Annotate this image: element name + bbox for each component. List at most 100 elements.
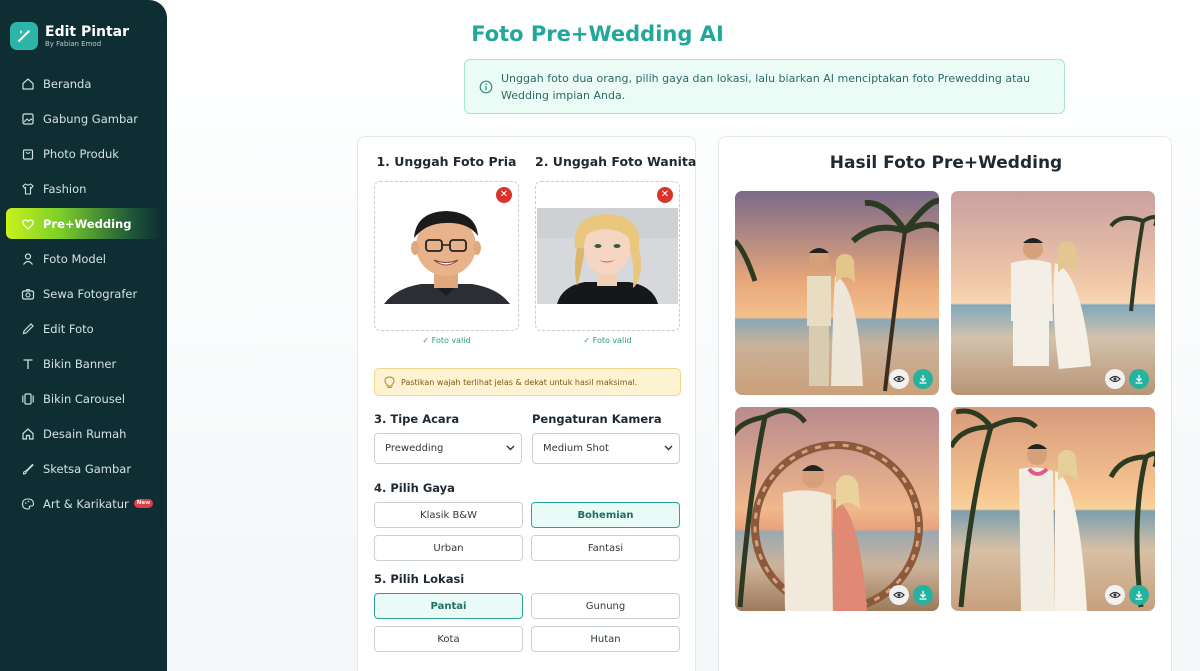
camera-settings-select[interactable]: Medium Shot [532, 433, 680, 464]
sidebar-item-label: Pre+Wedding [43, 216, 132, 231]
sidebar-nav: Beranda Gabung Gambar Photo Produk Fashi… [0, 68, 167, 519]
result-image-3[interactable] [735, 407, 939, 611]
location-label: 5. Pilih Lokasi [374, 572, 465, 586]
style-option-urban[interactable]: Urban [374, 535, 523, 561]
brush-icon [22, 463, 34, 475]
sidebar-item-label: Photo Produk [43, 146, 119, 161]
event-type-select[interactable]: Prewedding [374, 433, 522, 464]
eye-icon [893, 591, 905, 599]
sidebar-item-label: Edit Foto [43, 321, 94, 336]
male-upload-title: 1. Unggah Foto Pria [376, 154, 517, 169]
shirt-icon [22, 182, 34, 195]
user-icon [23, 252, 33, 265]
sidebar-item-label: Art & Karikatur [43, 496, 129, 511]
sidebar-item-fashion[interactable]: Fashion [6, 173, 161, 204]
results-panel: Hasil Foto Pre+Wedding [718, 136, 1172, 671]
female-upload-title: 2. Unggah Foto Wanita [535, 154, 697, 169]
event-type-label: 3. Tipe Acara [374, 412, 460, 426]
result-image-2[interactable] [951, 191, 1155, 395]
page-title: Foto Pre+Wedding AI [471, 22, 724, 46]
sidebar-item-label: Sketsa Gambar [43, 461, 132, 476]
style-option-klasik-bw[interactable]: Klasik B&W [374, 502, 523, 528]
chevron-down-icon [664, 445, 673, 451]
eye-icon [1109, 591, 1121, 599]
download-result-4-button[interactable] [1129, 585, 1149, 605]
new-badge: New [133, 499, 154, 508]
bag-icon [22, 148, 34, 160]
download-icon [1135, 375, 1143, 384]
style-option-fantasi[interactable]: Fantasi [531, 535, 680, 561]
chevron-down-icon [506, 445, 515, 451]
camera-settings-value: Medium Shot [543, 443, 609, 454]
main-content: Foto Pre+Wedding AI Unggah foto dua oran… [167, 0, 1200, 671]
download-icon [919, 375, 927, 384]
camera-icon [21, 288, 35, 300]
download-result-1-button[interactable] [913, 369, 933, 389]
download-result-2-button[interactable] [1129, 369, 1149, 389]
pencil-icon [22, 322, 34, 334]
result-image-4[interactable] [951, 407, 1155, 611]
sidebar-item-bikin-banner[interactable]: Bikin Banner [6, 348, 161, 379]
heart-icon [22, 218, 34, 230]
image-icon [22, 112, 34, 125]
sidebar-item-label: Desain Rumah [43, 426, 127, 441]
view-result-2-button[interactable] [1105, 369, 1125, 389]
palette-icon [21, 497, 35, 510]
location-option-hutan[interactable]: Hutan [531, 626, 680, 652]
event-type-value: Prewedding [385, 443, 444, 454]
male-upload-section: 1. Unggah Foto Pria ✕ ✓ Foto valid [374, 154, 519, 345]
style-option-bohemian[interactable]: Bohemian [531, 502, 680, 528]
sidebar-item-label: Bikin Banner [43, 356, 117, 371]
sidebar-item-pre-wedding[interactable]: Pre+Wedding [6, 208, 161, 239]
eye-icon [1109, 375, 1121, 383]
female-photo-valid-status: ✓ Foto valid [583, 336, 632, 345]
results-title: Hasil Foto Pre+Wedding [829, 153, 1063, 173]
camera-settings-label: Pengaturan Kamera [532, 412, 662, 426]
home-icon [22, 77, 34, 90]
sidebar-item-art-karikatur[interactable]: Art & Karikatur New [6, 488, 161, 519]
male-photo-valid-status: ✓ Foto valid [422, 336, 471, 345]
sidebar-item-sketsa-gambar[interactable]: Sketsa Gambar [6, 453, 161, 484]
download-icon [919, 591, 927, 600]
view-result-1-button[interactable] [889, 369, 909, 389]
female-upload-section: 2. Unggah Foto Wanita ✕ ✓ Foto valid [535, 154, 697, 345]
location-option-gunung[interactable]: Gunung [531, 593, 680, 619]
sidebar-item-edit-foto[interactable]: Edit Foto [6, 313, 161, 344]
text-icon [23, 358, 33, 369]
sidebar-item-beranda[interactable]: Beranda [6, 68, 161, 99]
remove-male-photo-button[interactable]: ✕ [496, 187, 512, 203]
view-result-4-button[interactable] [1105, 585, 1125, 605]
house-icon [22, 427, 34, 440]
tip-text: Pastikan wajah terlihat jelas & dekat un… [401, 377, 638, 387]
sidebar-item-photo-produk[interactable]: Photo Produk [6, 138, 161, 169]
sidebar-item-label: Bikin Carousel [43, 391, 126, 406]
female-photo-preview [537, 208, 678, 304]
male-photo-preview [376, 208, 517, 304]
form-panel: 1. Unggah Foto Pria ✕ ✓ Foto valid 2. Un… [357, 136, 696, 671]
info-box: Unggah foto dua orang, pilih gaya dan lo… [464, 59, 1065, 114]
sidebar-item-label: Foto Model [43, 251, 106, 266]
style-label: 4. Pilih Gaya [374, 481, 455, 495]
download-result-3-button[interactable] [913, 585, 933, 605]
sidebar-item-label: Beranda [43, 76, 92, 91]
download-icon [1135, 591, 1143, 600]
sidebar-item-foto-model[interactable]: Foto Model [6, 243, 161, 274]
sidebar-item-gabung-gambar[interactable]: Gabung Gambar [6, 103, 161, 134]
tip-box: Pastikan wajah terlihat jelas & dekat un… [374, 368, 681, 396]
sidebar: Edit Pintar By Fabian Emod Beranda Gabun… [0, 0, 167, 671]
info-icon [479, 80, 493, 93]
view-result-3-button[interactable] [889, 585, 909, 605]
sidebar-item-label: Sewa Fotografer [43, 286, 138, 301]
info-text: Unggah foto dua orang, pilih gaya dan lo… [501, 71, 1031, 102]
female-upload-dropzone[interactable]: ✕ [535, 181, 680, 331]
location-option-kota[interactable]: Kota [374, 626, 523, 652]
sidebar-item-bikin-carousel[interactable]: Bikin Carousel [6, 383, 161, 414]
sidebar-item-desain-rumah[interactable]: Desain Rumah [6, 418, 161, 449]
carousel-icon [22, 392, 34, 405]
male-upload-dropzone[interactable]: ✕ [374, 181, 519, 331]
result-image-1[interactable] [735, 191, 939, 395]
sidebar-item-sewa-fotografer[interactable]: Sewa Fotografer [6, 278, 161, 309]
sidebar-item-label: Fashion [43, 181, 87, 196]
location-option-pantai[interactable]: Pantai [374, 593, 523, 619]
remove-female-photo-button[interactable]: ✕ [657, 187, 673, 203]
